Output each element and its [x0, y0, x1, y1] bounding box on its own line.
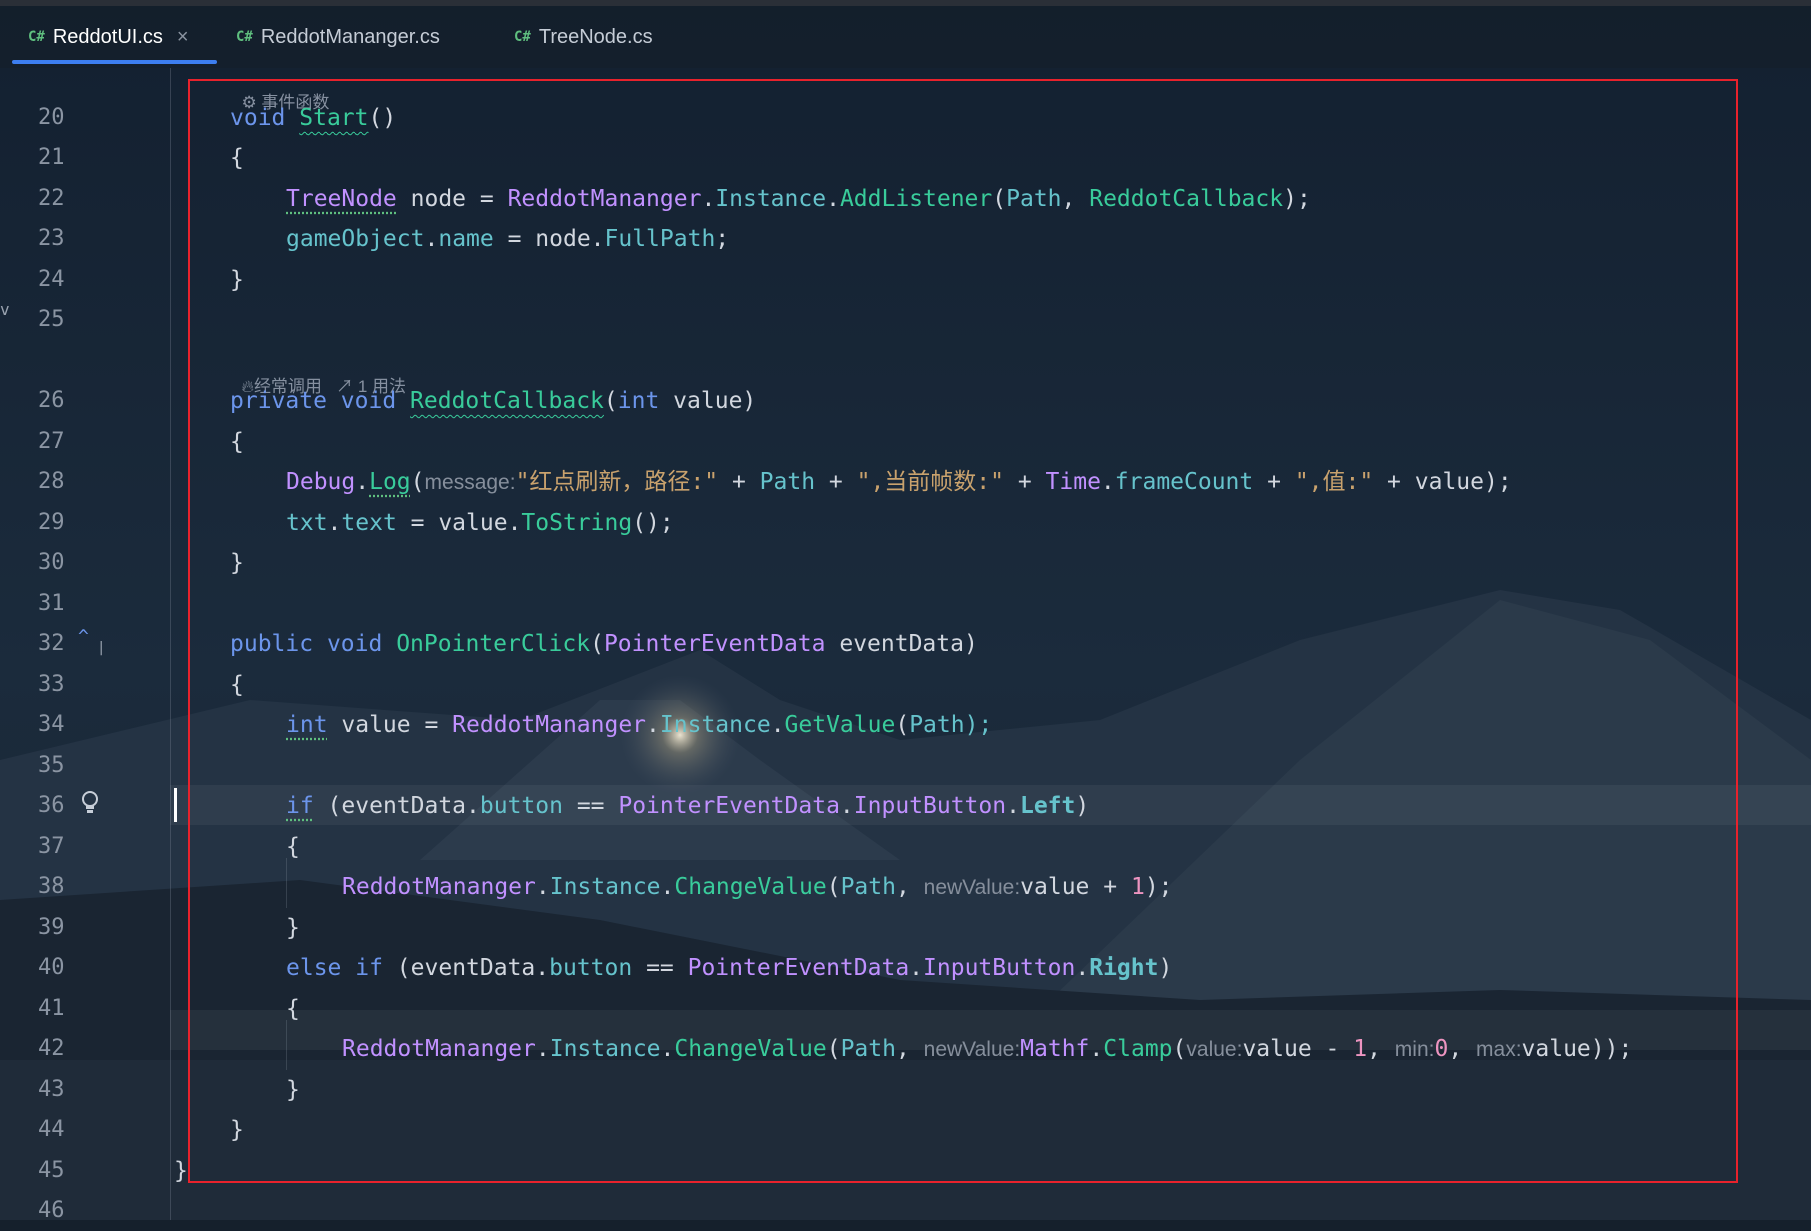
line-number: 27	[38, 429, 65, 454]
line-number: 34	[38, 712, 65, 737]
line-number: 33	[38, 672, 65, 697]
line-number: 39	[38, 915, 65, 940]
line-number: 25	[38, 307, 65, 332]
line-number: 41	[38, 996, 65, 1021]
text-caret	[174, 788, 177, 822]
code-line-45[interactable]: }	[174, 1151, 188, 1191]
line-number: 32	[38, 631, 65, 656]
active-tab-indicator	[12, 60, 217, 64]
line-number: 37	[38, 834, 65, 859]
gutter-marker-icon: |	[97, 640, 106, 656]
line-number: 43	[38, 1077, 65, 1102]
line-number: 21	[38, 145, 65, 170]
line-number: 46	[38, 1198, 65, 1223]
tab-reddotmananger[interactable]: C# ReddotMananger.cs	[236, 6, 440, 68]
line-number: 40	[38, 955, 65, 980]
line-number: 30	[38, 550, 65, 575]
line-number: 20	[38, 105, 65, 130]
line-number: 29	[38, 510, 65, 535]
csharp-file-icon: C#	[28, 29, 45, 45]
line-number: 23	[38, 226, 65, 251]
line-number: 45	[38, 1158, 65, 1183]
tab-label: ReddotUI.cs	[52, 25, 163, 48]
line-number: 28	[38, 469, 65, 494]
implements-arrow-icon[interactable]: ^	[78, 626, 89, 647]
close-icon[interactable]: ×	[177, 26, 189, 49]
line-number: 36	[38, 793, 65, 818]
fold-chevron-icon[interactable]: v	[0, 300, 10, 319]
tab-label: TreeNode.cs	[538, 25, 653, 48]
line-number: 22	[38, 186, 65, 211]
line-number: 26	[38, 388, 65, 413]
tab-treenode[interactable]: C# TreeNode.cs	[514, 6, 653, 68]
line-number: 42	[38, 1036, 65, 1061]
csharp-file-icon: C#	[236, 29, 253, 45]
line-number: 44	[38, 1117, 65, 1142]
line-number: 38	[38, 874, 65, 899]
csharp-file-icon: C#	[514, 29, 531, 45]
tab-reddotui[interactable]: C# ReddotUI.cs ×	[28, 6, 189, 68]
lightbulb-icon[interactable]	[80, 790, 100, 821]
line-number: 24	[38, 267, 65, 292]
highlight-annotation-box	[188, 79, 1738, 1183]
tab-label: ReddotMananger.cs	[260, 25, 440, 48]
line-number: 35	[38, 753, 65, 778]
editor-tab-bar: C# ReddotUI.cs × C# ReddotMananger.cs C#…	[0, 6, 1811, 68]
line-number: 31	[38, 591, 65, 616]
